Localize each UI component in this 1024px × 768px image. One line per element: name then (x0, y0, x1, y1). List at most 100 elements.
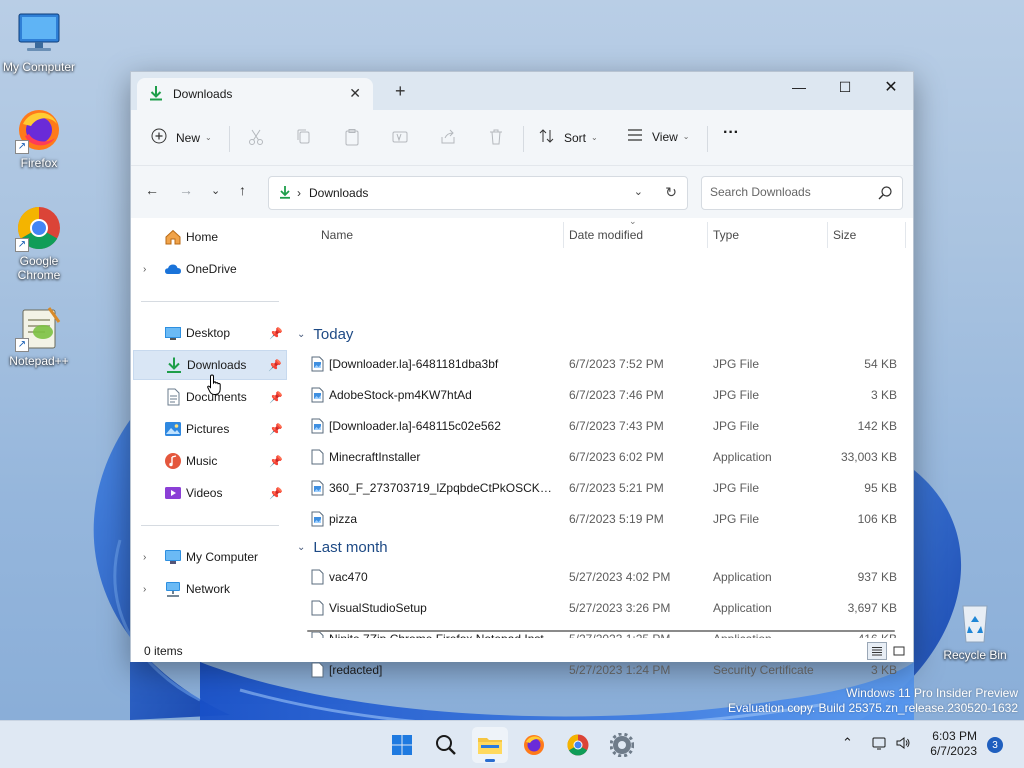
watermark-edition: Windows 11 Pro Insider Preview (846, 686, 1018, 700)
search-input[interactable] (710, 185, 870, 199)
file-date-modified: 6/7/2023 7:52 PM (569, 357, 664, 371)
desktop-icon-firefox[interactable]: ↗ Firefox (0, 106, 78, 170)
column-header-name[interactable]: Name (321, 228, 353, 242)
new-label: New (176, 130, 201, 145)
delete-icon[interactable] (487, 128, 507, 148)
sidebar-item-home[interactable]: Home (133, 222, 287, 252)
pin-icon[interactable]: 📌 (269, 423, 283, 436)
refresh-icon[interactable]: ↻ (665, 184, 677, 201)
address-bar[interactable]: › Downloads ⌄ ↻ (268, 176, 688, 210)
view-button[interactable]: View ⌄ (627, 128, 690, 145)
sidebar-item-my-computer[interactable]: › My Computer (133, 542, 287, 572)
close-tab-icon[interactable]: ✕ (349, 85, 361, 102)
close-window-button[interactable]: ✕ (868, 72, 914, 102)
tab-downloads[interactable]: Downloads ✕ (137, 78, 373, 110)
recent-locations-chevron-icon[interactable]: ⌄ (211, 184, 220, 197)
new-tab-icon[interactable]: + (395, 81, 406, 102)
expand-chevron-icon[interactable]: › (143, 584, 146, 595)
file-name: pizza (329, 512, 358, 526)
file-name: AdobeStock-pm4KW7htAd (329, 388, 472, 402)
toolbar-separator (523, 126, 524, 152)
paste-icon[interactable] (343, 128, 363, 148)
rename-icon[interactable] (391, 128, 411, 148)
share-icon[interactable] (439, 128, 459, 148)
music-icon (164, 452, 182, 470)
taskbar-chrome-button[interactable] (560, 727, 596, 763)
sidebar-item-label: OneDrive (186, 262, 237, 276)
file-type: Application (713, 570, 772, 584)
pin-icon[interactable]: 📌 (269, 455, 283, 468)
details-view-icon (872, 647, 882, 656)
pin-icon[interactable]: 📌 (269, 327, 283, 340)
file-date-modified: 6/7/2023 7:46 PM (569, 388, 664, 402)
file-type: JPG File (713, 419, 760, 433)
desktop-icon-my-computer[interactable]: My Computer (0, 10, 78, 74)
search-icon[interactable] (878, 186, 892, 203)
expand-chevron-icon[interactable]: › (143, 264, 146, 275)
group-header-today[interactable]: ⌄ Today (297, 326, 353, 343)
pictures-icon (164, 420, 182, 438)
sidebar-item-videos[interactable]: Videos 📌 (133, 478, 287, 508)
desktop-icon-chrome[interactable]: ↗ Google Chrome (0, 204, 78, 282)
group-header-last-month[interactable]: ⌄ Last month (297, 539, 388, 556)
taskbar-firefox-button[interactable] (516, 727, 552, 763)
pin-icon[interactable]: 📌 (269, 487, 283, 500)
sort-button[interactable]: Sort ⌄ (539, 128, 598, 147)
minimize-button[interactable]: — (776, 72, 822, 102)
file-row[interactable]: AdobeStock-pm4KW7htAd 6/7/2023 7:46 PM JPG… (291, 380, 909, 410)
maximize-button[interactable]: ☐ (822, 72, 868, 102)
certificate-file-icon (311, 662, 324, 678)
address-dropdown-icon[interactable]: ⌄ (634, 185, 643, 198)
cut-icon[interactable] (247, 128, 267, 148)
horizontal-scrollbar[interactable] (307, 630, 895, 632)
file-row[interactable]: 360_F_273703719_lZpqbdeCtPkOSCKSznj... 6/… (291, 473, 909, 503)
file-row[interactable]: vac470 5/27/2023 4:02 PM Application 937 KB (291, 562, 909, 592)
computer-icon (164, 548, 182, 566)
sidebar-item-desktop[interactable]: Desktop 📌 (133, 318, 287, 348)
sidebar-item-label: Videos (186, 486, 223, 500)
app-file-icon (311, 449, 324, 465)
volume-icon[interactable] (895, 735, 911, 754)
search-box[interactable] (701, 176, 903, 210)
file-row[interactable]: VisualStudioSetup 5/27/2023 3:26 PM Applic… (291, 593, 909, 623)
taskbar-search-button[interactable] (428, 727, 464, 763)
column-header-type[interactable]: Type (713, 228, 739, 242)
desktop-icon-recycle-bin[interactable]: Recycle Bin (936, 598, 1014, 662)
sidebar-item-pictures[interactable]: Pictures 📌 (133, 414, 287, 444)
tiles-view-button[interactable] (889, 642, 909, 660)
system-clock[interactable]: 6:03 PM 6/7/2023 (930, 729, 977, 759)
desktop-icon-notepadpp[interactable]: ↗ Notepad++ (0, 304, 78, 368)
back-arrow-icon[interactable]: ← (145, 182, 159, 198)
start-button[interactable] (384, 727, 420, 763)
file-row[interactable]: pizza 6/7/2023 5:19 PM JPG File 106 KB (291, 504, 909, 534)
expand-chevron-icon[interactable]: › (143, 552, 146, 563)
breadcrumb-downloads[interactable]: Downloads (309, 186, 368, 200)
details-view-button[interactable] (867, 642, 887, 660)
column-header-size[interactable]: Size (833, 228, 856, 242)
network-status-icon[interactable] (871, 735, 887, 754)
file-name: [Downloader.la]-6481181dba3bf (329, 357, 499, 371)
pin-icon[interactable]: 📌 (268, 359, 282, 372)
command-bar: New ⌄ Sort ⌄ View ⌄ ··· (131, 110, 913, 166)
forward-arrow-icon[interactable]: → (179, 182, 193, 198)
sidebar-item-music[interactable]: Music 📌 (133, 446, 287, 476)
pin-icon[interactable]: 📌 (269, 391, 283, 404)
new-button[interactable]: New ⌄ (151, 128, 212, 147)
taskbar-file-explorer-button[interactable] (472, 727, 508, 763)
column-header-date[interactable]: Date modified (569, 228, 643, 242)
file-row[interactable]: [Downloader.la]-6481181dba3bf 6/7/2023 7:… (291, 349, 909, 379)
file-row[interactable]: MinecraftInstaller 6/7/2023 6:02 PM Applic… (291, 442, 909, 472)
up-arrow-icon[interactable]: ↑ (239, 182, 246, 198)
sidebar-item-label: My Computer (186, 550, 259, 564)
sidebar-item-onedrive[interactable]: › OneDrive (133, 254, 287, 284)
file-row[interactable]: [Downloader.la]-648115c02e562 6/7/2023 7:… (291, 411, 909, 441)
taskbar-settings-button[interactable] (604, 727, 640, 763)
notification-badge[interactable]: 3 (987, 737, 1003, 753)
more-options-button[interactable]: ··· (723, 124, 739, 142)
show-hidden-icons-chevron[interactable]: ⌃ (842, 735, 853, 751)
sidebar-item-network[interactable]: › Network (133, 574, 287, 604)
image-file-icon (311, 511, 324, 527)
search-icon (436, 735, 456, 755)
title-bar[interactable]: Downloads ✕ + — ☐ ✕ (131, 72, 913, 110)
copy-icon[interactable] (295, 128, 315, 148)
